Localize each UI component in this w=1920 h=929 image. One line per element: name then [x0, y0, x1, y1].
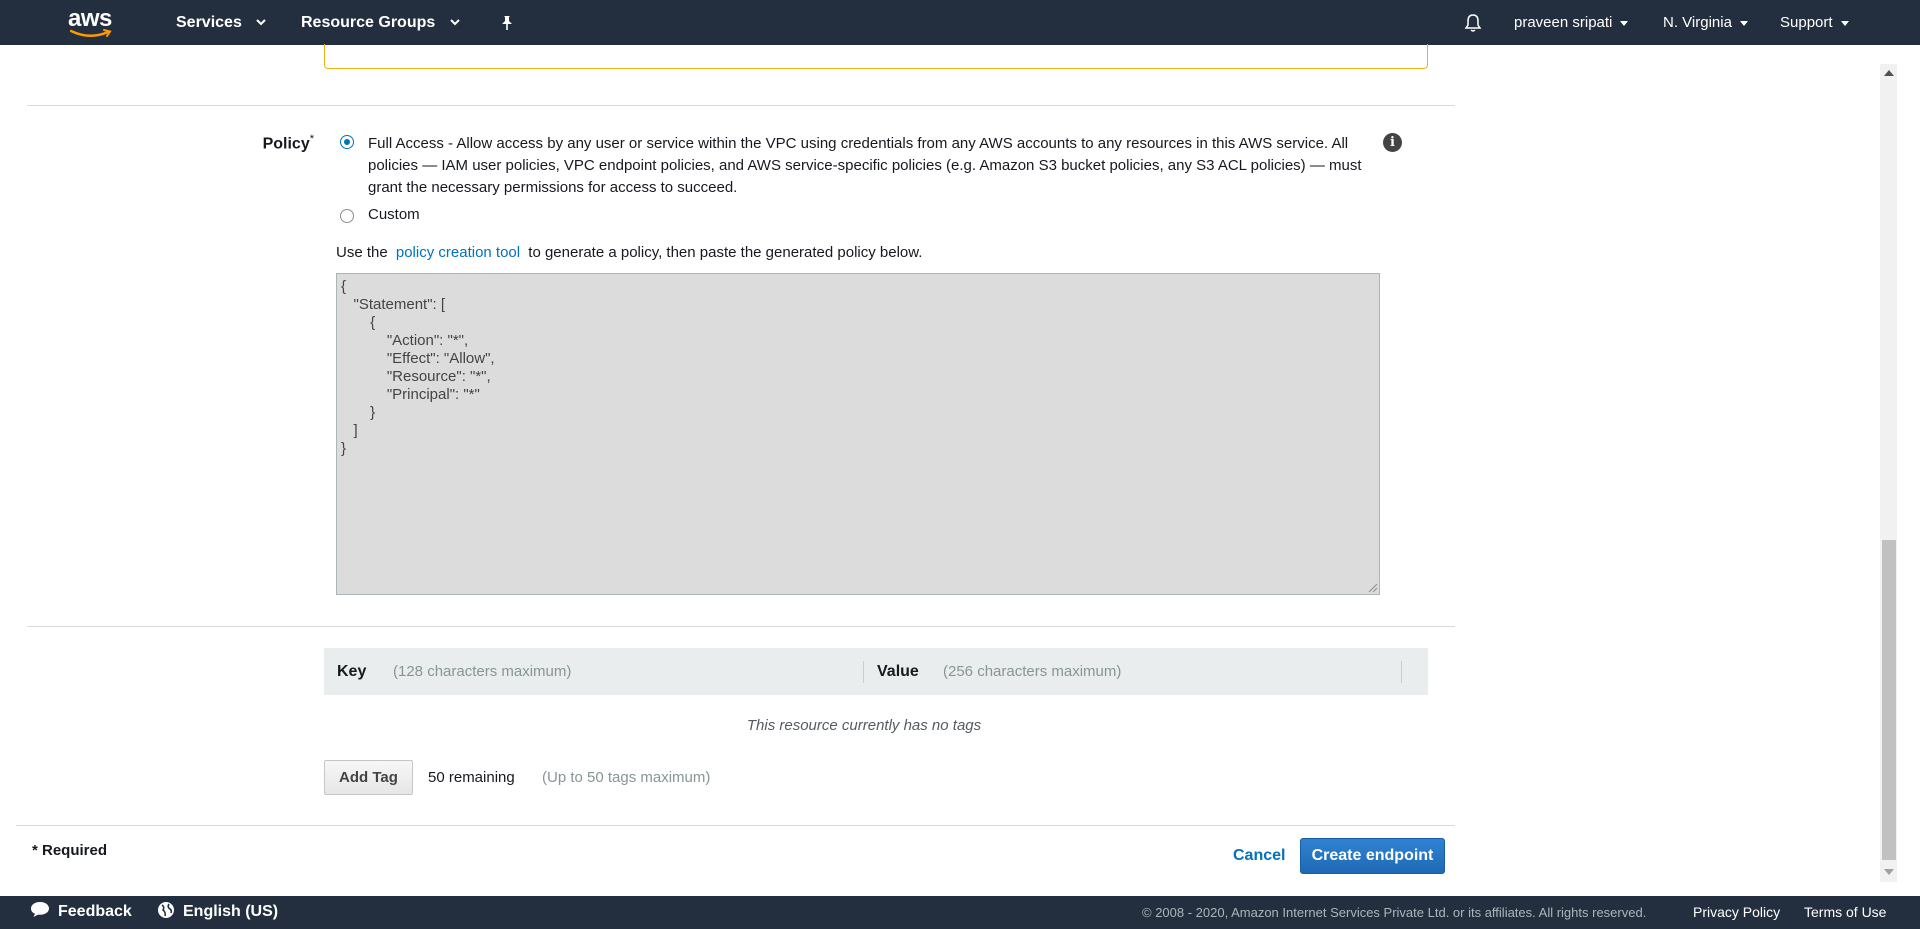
pin-icon — [502, 15, 512, 30]
globe-icon — [158, 902, 174, 918]
section-divider — [27, 626, 1455, 627]
tags-table-header: Key (128 characters maximum) Value (256 … — [324, 648, 1428, 695]
resource-groups-menu[interactable]: Resource Groups — [301, 0, 460, 45]
add-tag-button[interactable]: Add Tag — [324, 760, 413, 795]
scroll-down-arrow-icon[interactable] — [1884, 869, 1894, 875]
value-column-hint: (256 characters maximum) — [943, 663, 1122, 680]
key-column-hint: (128 characters maximum) — [393, 663, 572, 680]
column-divider — [1401, 661, 1402, 683]
bell-icon — [1464, 14, 1482, 32]
policy-creation-tool-link[interactable]: policy creation tool — [396, 244, 520, 261]
feedback-button[interactable]: Feedback — [30, 902, 132, 921]
copyright-text: © 2008 - 2020, Amazon Internet Services … — [1142, 905, 1647, 920]
services-menu[interactable]: Services — [176, 0, 267, 45]
create-endpoint-button[interactable]: Create endpoint — [1300, 838, 1445, 874]
full-access-radio[interactable] — [340, 135, 354, 149]
caret-down-icon — [1840, 20, 1849, 26]
chevron-down-icon — [450, 19, 460, 26]
support-menu[interactable]: Support — [1780, 0, 1849, 45]
language-selector[interactable]: English (US) — [157, 902, 279, 921]
caret-down-icon — [1620, 20, 1629, 26]
required-mark: * — [309, 133, 314, 145]
support-label: Support — [1780, 14, 1833, 31]
section-divider — [27, 105, 1455, 106]
use-suffix-text: to generate a policy, then paste the gen… — [528, 244, 923, 261]
warning-box-bottom — [324, 44, 1428, 69]
resize-grip-icon[interactable] — [1366, 581, 1378, 593]
aws-smile-icon — [70, 29, 112, 37]
no-tags-message: This resource currently has no tags — [746, 717, 982, 734]
aws-logo[interactable]: aws — [68, 5, 116, 39]
speech-bubble-icon — [31, 902, 49, 918]
chevron-down-icon — [256, 19, 267, 26]
page-footer: Feedback English (US) © 2008 - 2020, Ama… — [0, 896, 1920, 929]
notifications-button[interactable] — [1464, 0, 1482, 45]
feedback-label: Feedback — [58, 903, 132, 920]
user-menu[interactable]: praveen sripati — [1514, 0, 1629, 45]
column-divider — [863, 661, 864, 683]
terms-of-use-link[interactable]: Terms of Use — [1804, 904, 1886, 920]
region-menu[interactable]: N. Virginia — [1663, 0, 1748, 45]
info-icon[interactable]: i — [1383, 133, 1402, 152]
scrollbar-thumb[interactable] — [1882, 540, 1896, 860]
required-note: * Required — [32, 842, 108, 859]
caret-down-icon — [1739, 20, 1748, 26]
privacy-policy-link[interactable]: Privacy Policy — [1693, 904, 1780, 920]
policy-document-textarea[interactable]: { "Statement": [ { "Action": "*", "Effec… — [336, 273, 1380, 595]
services-label: Services — [176, 14, 242, 31]
full-access-description: Full Access - Allow access by any user o… — [368, 135, 1362, 196]
custom-radio[interactable] — [340, 209, 354, 223]
user-name: praveen sripati — [1514, 14, 1613, 31]
policy-label: Policy* — [240, 133, 314, 153]
section-divider — [16, 825, 1455, 826]
value-column-header: Value — [877, 663, 919, 680]
cancel-button[interactable]: Cancel — [1233, 847, 1285, 865]
scroll-up-arrow-icon[interactable] — [1884, 70, 1894, 76]
tags-max-note: (Up to 50 tags maximum) — [542, 769, 711, 786]
use-the-text: Use the — [336, 244, 388, 261]
language-label: English (US) — [183, 903, 279, 921]
top-navigation-bar: aws Services Resource Groups praveen sri… — [0, 0, 1920, 45]
resource-groups-label: Resource Groups — [301, 14, 436, 31]
policy-label-text: Policy — [262, 135, 310, 153]
policy-tool-hint: Use the policy creation tool to generate… — [336, 244, 922, 261]
region-name: N. Virginia — [1663, 14, 1732, 31]
custom-label: Custom — [368, 206, 420, 223]
pin-button[interactable] — [500, 0, 514, 45]
tags-remaining-count: 50 remaining — [428, 769, 515, 786]
key-column-header: Key — [337, 663, 367, 680]
